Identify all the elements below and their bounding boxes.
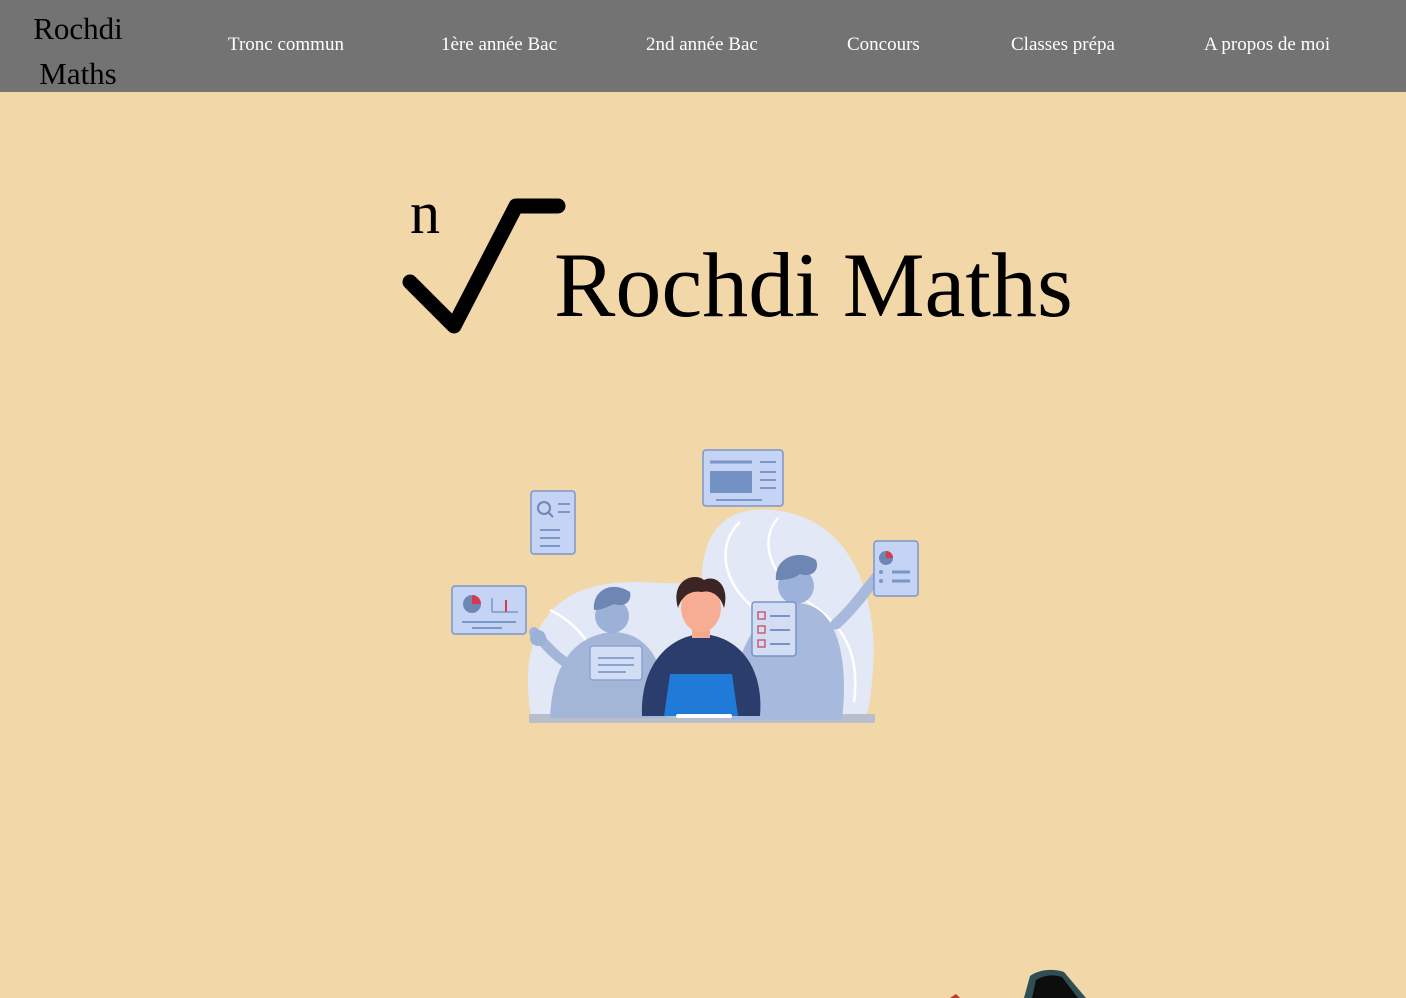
nav-link-concours[interactable]: Concours bbox=[847, 34, 920, 56]
nav-link-2nd-annee-bac[interactable]: 2nd année Bac bbox=[646, 34, 758, 56]
stats-panel bbox=[873, 540, 919, 597]
nav-link-tronc-commun[interactable]: Tronc commun bbox=[228, 34, 344, 56]
team-working-illustration bbox=[451, 449, 919, 723]
nav-link-a-propos[interactable]: A propos de moi bbox=[1204, 34, 1330, 56]
brand-logo-link[interactable]: Rochdi Maths bbox=[8, 6, 148, 96]
hero-title: Rochdi Maths bbox=[554, 234, 1073, 336]
decorative-corner-image bbox=[950, 969, 1086, 998]
search-document-panel bbox=[530, 490, 576, 555]
hero-logo: n Rochdi Maths bbox=[398, 180, 1098, 346]
nav-link-1ere-annee-bac[interactable]: 1ère année Bac bbox=[441, 34, 557, 56]
brand-line-2: Maths bbox=[39, 56, 117, 91]
top-navbar: Rochdi Maths Tronc commun 1ère année Bac… bbox=[0, 0, 1406, 92]
root-index: n bbox=[410, 180, 440, 246]
brand-line-1: Rochdi bbox=[33, 11, 123, 46]
chart-panel bbox=[451, 585, 527, 635]
webpage-panel bbox=[702, 449, 784, 507]
nav-link-classes-prepa[interactable]: Classes prépa bbox=[1011, 34, 1115, 56]
